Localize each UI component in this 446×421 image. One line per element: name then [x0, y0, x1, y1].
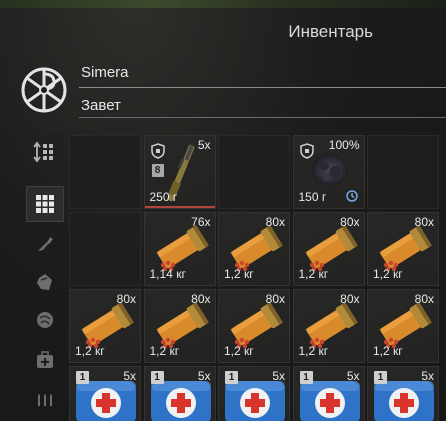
- window-title: Инвентарь: [288, 22, 373, 41]
- item-weight: 1,14 кг: [149, 267, 186, 281]
- item-quantity: 5x: [197, 369, 211, 383]
- inventory-slot-shell[interactable]: 80x 1,2 кг: [292, 289, 365, 363]
- zavet-emblem-icon: [21, 67, 67, 113]
- category-armor[interactable]: [26, 264, 64, 300]
- item-tier-badge: 1: [374, 371, 387, 384]
- item-quantity: 80x: [265, 292, 285, 306]
- item-quantity: 80x: [340, 292, 360, 306]
- inventory-slot-shell[interactable]: 80x 1,2 кг: [292, 212, 365, 286]
- timer-icon: [345, 190, 358, 202]
- item-tier-badge: 1: [76, 371, 89, 384]
- item-weight: 250 г: [149, 190, 178, 204]
- item-weight: 1,2 кг: [373, 344, 403, 358]
- sort-icon: [33, 141, 53, 163]
- item-tier-badge: 1: [150, 371, 164, 384]
- category-medicine[interactable]: [26, 342, 64, 378]
- item-weight: 1,2 кг: [75, 344, 105, 358]
- item-quantity: 80x: [191, 292, 211, 306]
- inventory-slot-empty[interactable]: [69, 212, 141, 286]
- item-quantity: 80x: [414, 215, 434, 229]
- inventory-slot-shell[interactable]: 80x 1,2 кг: [367, 289, 439, 363]
- inventory-slot-medkit[interactable]: 1 5x: [218, 366, 290, 421]
- inventory-slot-medkit[interactable]: 1 5x: [143, 366, 216, 421]
- item-weight: 1,2 кг: [373, 267, 403, 281]
- item-quantity: 5x: [421, 369, 434, 383]
- inventory-slot-shell[interactable]: 80x 1,2 кг: [218, 212, 290, 286]
- item-weight: 1,2 кг: [298, 344, 329, 358]
- inventory-slot-empty[interactable]: [69, 135, 141, 209]
- item-quantity: 5x: [272, 369, 285, 383]
- inventory-slot-artifact[interactable]: 100% 150 г: [292, 135, 365, 209]
- item-tier-badge: 1: [299, 371, 313, 384]
- item-weight: 1,2 кг: [149, 344, 180, 358]
- item-quantity: 80x: [340, 215, 360, 229]
- item-quantity: 5x: [346, 369, 360, 383]
- background-strip: [0, 0, 446, 8]
- weapons-icon: [38, 237, 53, 251]
- category-weapons[interactable]: [26, 226, 64, 262]
- item-quantity: 80x: [414, 292, 434, 306]
- item-weight: 150 г: [298, 190, 327, 204]
- inventory-slot-medkit[interactable]: 1 5x: [367, 366, 439, 421]
- item-quantity: 76x: [191, 215, 211, 229]
- protected-shield-icon: [150, 143, 165, 159]
- inventory-slot-shell[interactable]: 76x 1,14 кг: [143, 212, 216, 286]
- artifacts-icon: [37, 312, 53, 328]
- faction-name: Завет: [81, 97, 121, 114]
- inventory-slot-medkit[interactable]: 1 5x: [292, 366, 365, 421]
- item-quantity: 80x: [265, 215, 285, 229]
- protected-shield-icon: [299, 143, 314, 159]
- inventory-slot-shell[interactable]: 80x 1,2 кг: [143, 289, 216, 363]
- item-weight: 1,2 кг: [224, 344, 254, 358]
- all-items-grid-icon: [36, 195, 54, 213]
- category-ammo[interactable]: [26, 380, 64, 416]
- inventory-slot-shell[interactable]: 80x 1,2 кг: [69, 289, 141, 363]
- medicine-icon: [37, 351, 53, 368]
- inventory-slot-shell[interactable]: 80x 1,2 кг: [218, 289, 290, 363]
- item-weight: 1,2 кг: [298, 267, 329, 281]
- inventory-slot-shell[interactable]: 80x 1,2 кг: [367, 212, 439, 286]
- inventory-slot-medkit[interactable]: 1 5x: [69, 366, 141, 421]
- item-weight: 1,2 кг: [224, 267, 254, 281]
- inventory-slot-rifle[interactable]: 8 5x 250 г: [143, 135, 216, 209]
- item-quantity: 5x: [123, 369, 136, 383]
- item-quantity: 80x: [116, 292, 136, 306]
- item-tier-badge: 1: [225, 371, 238, 384]
- category-artifacts[interactable]: [26, 302, 64, 338]
- category-all-items[interactable]: [26, 186, 64, 222]
- item-marker: [144, 206, 215, 208]
- item-quantity: 100%: [328, 138, 360, 152]
- ammo-icon: [38, 394, 52, 406]
- inventory-slot-empty[interactable]: [218, 135, 290, 209]
- item-quantity: 5x: [197, 138, 211, 152]
- sort-button[interactable]: [26, 134, 64, 170]
- armor-icon: [37, 274, 52, 290]
- inventory-slot-empty[interactable]: [367, 135, 439, 209]
- item-level-badge: 8: [151, 164, 164, 177]
- divider: [79, 117, 446, 118]
- player-name: Simera: [81, 64, 129, 81]
- divider: [79, 87, 446, 88]
